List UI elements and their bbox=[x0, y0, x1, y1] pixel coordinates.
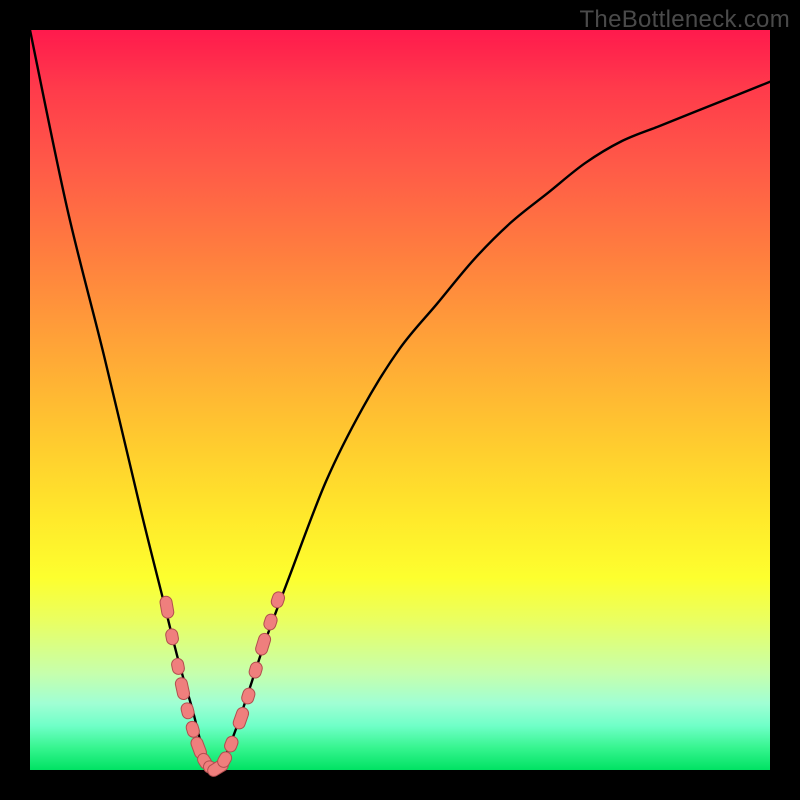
curve-marker bbox=[180, 702, 196, 720]
curve-marker bbox=[223, 734, 240, 753]
curve-marker bbox=[174, 677, 190, 701]
bottleneck-curve bbox=[30, 30, 770, 770]
marker-group bbox=[159, 590, 286, 778]
curve-marker bbox=[254, 632, 272, 657]
chart-svg bbox=[30, 30, 770, 770]
curve-group bbox=[30, 30, 770, 770]
chart-frame: TheBottleneck.com bbox=[0, 0, 800, 800]
curve-marker bbox=[262, 613, 278, 632]
curve-marker bbox=[232, 706, 251, 731]
curve-marker bbox=[165, 628, 180, 646]
curve-marker bbox=[159, 595, 175, 619]
curve-marker bbox=[240, 687, 256, 706]
watermark-text: TheBottleneck.com bbox=[579, 6, 790, 34]
curve-marker bbox=[248, 661, 264, 680]
curve-marker bbox=[171, 657, 186, 675]
